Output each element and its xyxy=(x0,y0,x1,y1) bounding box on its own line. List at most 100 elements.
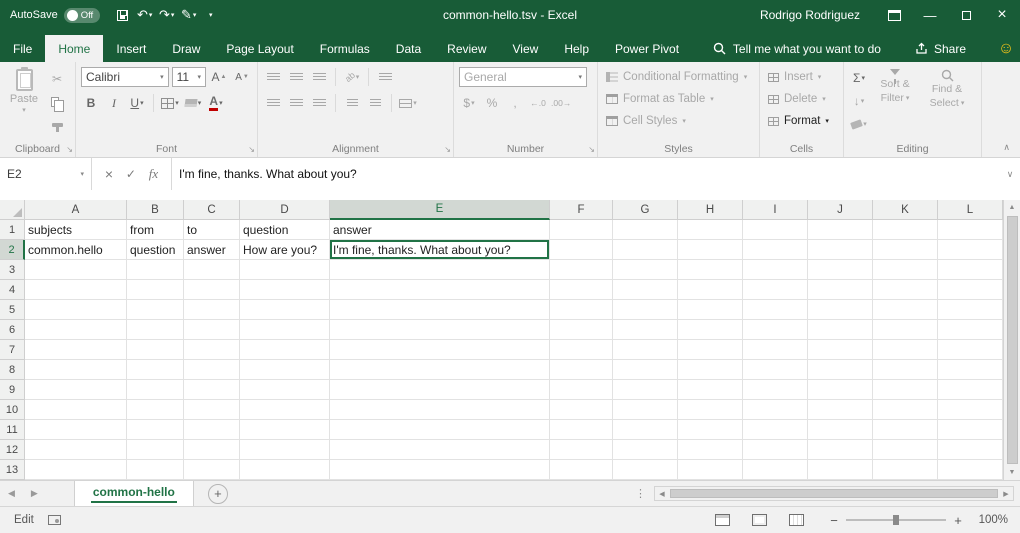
sheet-nav-right-button[interactable]: ▶ xyxy=(23,488,46,499)
cell-K9[interactable] xyxy=(873,380,938,400)
new-sheet-button[interactable]: + xyxy=(208,484,228,504)
cell-A3[interactable] xyxy=(25,260,127,280)
ribbon-tab-draw[interactable]: Draw xyxy=(159,35,213,62)
cell-A6[interactable] xyxy=(25,320,127,340)
cell-A5[interactable] xyxy=(25,300,127,320)
cell-B2[interactable]: question xyxy=(127,240,184,260)
cell-A4[interactable] xyxy=(25,280,127,300)
cell-C7[interactable] xyxy=(184,340,240,360)
cell-K13[interactable] xyxy=(873,460,938,480)
column-header-F[interactable]: F xyxy=(550,200,613,220)
cell-E3[interactable] xyxy=(330,260,550,280)
undo-button[interactable]: ↶▾ xyxy=(134,2,156,28)
cell-A11[interactable] xyxy=(25,420,127,440)
font-name-dropdown-icon[interactable]: ▾ xyxy=(160,73,164,81)
close-button[interactable]: × xyxy=(984,0,1020,30)
accounting-dropdown-icon[interactable]: ▾ xyxy=(471,100,475,107)
row-header-5[interactable]: 5 xyxy=(0,300,25,320)
cell-J5[interactable] xyxy=(808,300,873,320)
cell-E12[interactable] xyxy=(330,440,550,460)
cell-I8[interactable] xyxy=(743,360,808,380)
font-size-dropdown-icon[interactable]: ▾ xyxy=(197,73,201,81)
cell-H8[interactable] xyxy=(678,360,743,380)
row-header-6[interactable]: 6 xyxy=(0,320,25,340)
column-header-C[interactable]: C xyxy=(184,200,240,220)
cell-H10[interactable] xyxy=(678,400,743,420)
decrease-font-button[interactable]: A▼ xyxy=(232,67,252,87)
cell-A1[interactable]: subjects xyxy=(25,220,127,240)
cell-F6[interactable] xyxy=(550,320,613,340)
cell-J3[interactable] xyxy=(808,260,873,280)
cell-A7[interactable] xyxy=(25,340,127,360)
cell-C5[interactable] xyxy=(184,300,240,320)
cell-B4[interactable] xyxy=(127,280,184,300)
ribbon-tab-formulas[interactable]: Formulas xyxy=(307,35,383,62)
cell-C1[interactable]: to xyxy=(184,220,240,240)
name-box-dropdown-icon[interactable]: ▾ xyxy=(80,170,84,178)
cell-A10[interactable] xyxy=(25,400,127,420)
cell-C6[interactable] xyxy=(184,320,240,340)
cell-L8[interactable] xyxy=(938,360,1003,380)
ribbon-tab-power-pivot[interactable]: Power Pivot xyxy=(602,35,692,62)
column-header-G[interactable]: G xyxy=(613,200,678,220)
scroll-up-button[interactable]: ▲ xyxy=(1004,200,1020,215)
zoom-slider-thumb[interactable] xyxy=(893,515,899,525)
ribbon-display-options-button[interactable] xyxy=(876,0,912,30)
cell-K10[interactable] xyxy=(873,400,938,420)
clipboard-dialog-launcher[interactable]: ↘ xyxy=(66,146,73,154)
row-header-12[interactable]: 12 xyxy=(0,440,25,460)
conditional-formatting-button[interactable]: Conditional Formatting ▾ xyxy=(603,67,754,87)
font-color-button[interactable]: A▾ xyxy=(206,93,226,113)
cell-J13[interactable] xyxy=(808,460,873,480)
cell-A8[interactable] xyxy=(25,360,127,380)
format-painter-button[interactable] xyxy=(47,115,67,135)
font-name-combo[interactable]: Calibri▾ xyxy=(81,67,169,87)
cell-G6[interactable] xyxy=(613,320,678,340)
feedback-smiley-button[interactable]: ☺ xyxy=(992,35,1020,62)
cell-E8[interactable] xyxy=(330,360,550,380)
autosum-button[interactable]: Σ▾ xyxy=(849,68,869,88)
row-header-1[interactable]: 1 xyxy=(0,220,25,240)
cell-I9[interactable] xyxy=(743,380,808,400)
cell-I1[interactable] xyxy=(743,220,808,240)
cell-I7[interactable] xyxy=(743,340,808,360)
cell-L9[interactable] xyxy=(938,380,1003,400)
cell-E2[interactable]: I'm fine, thanks. What about you? xyxy=(330,240,550,260)
cell-F9[interactable] xyxy=(550,380,613,400)
ribbon-tab-file[interactable]: File xyxy=(0,35,45,62)
accounting-format-button[interactable]: $▾ xyxy=(459,93,479,113)
autosum-dropdown-icon[interactable]: ▾ xyxy=(861,75,865,82)
row-header-4[interactable]: 4 xyxy=(0,280,25,300)
cell-J6[interactable] xyxy=(808,320,873,340)
ribbon-tab-page-layout[interactable]: Page Layout xyxy=(213,35,306,62)
cell-L6[interactable] xyxy=(938,320,1003,340)
cell-E10[interactable] xyxy=(330,400,550,420)
cell-J1[interactable] xyxy=(808,220,873,240)
cell-I13[interactable] xyxy=(743,460,808,480)
column-header-L[interactable]: L xyxy=(938,200,1003,220)
number-dialog-launcher[interactable]: ↘ xyxy=(588,146,595,154)
cell-G13[interactable] xyxy=(613,460,678,480)
cell-A12[interactable] xyxy=(25,440,127,460)
cell-B5[interactable] xyxy=(127,300,184,320)
row-header-13[interactable]: 13 xyxy=(0,460,25,480)
cell-I12[interactable] xyxy=(743,440,808,460)
cell-D1[interactable]: question xyxy=(240,220,330,240)
cell-G2[interactable] xyxy=(613,240,678,260)
cell-I3[interactable] xyxy=(743,260,808,280)
cell-H13[interactable] xyxy=(678,460,743,480)
cell-D7[interactable] xyxy=(240,340,330,360)
italic-button[interactable]: I xyxy=(104,93,124,113)
cell-C9[interactable] xyxy=(184,380,240,400)
horizontal-scrollbar[interactable]: ◀ ▶ xyxy=(654,486,1014,501)
copy-button[interactable]: ▾ xyxy=(47,92,67,112)
cell-K1[interactable] xyxy=(873,220,938,240)
cell-L10[interactable] xyxy=(938,400,1003,420)
zoom-level[interactable]: 100% xyxy=(974,514,1008,526)
cell-G7[interactable] xyxy=(613,340,678,360)
align-right-button[interactable] xyxy=(309,93,329,113)
page-layout-view-button[interactable] xyxy=(752,514,767,526)
ribbon-tab-home[interactable]: Home xyxy=(45,35,103,62)
cell-I4[interactable] xyxy=(743,280,808,300)
ribbon-tab-view[interactable]: View xyxy=(500,35,552,62)
